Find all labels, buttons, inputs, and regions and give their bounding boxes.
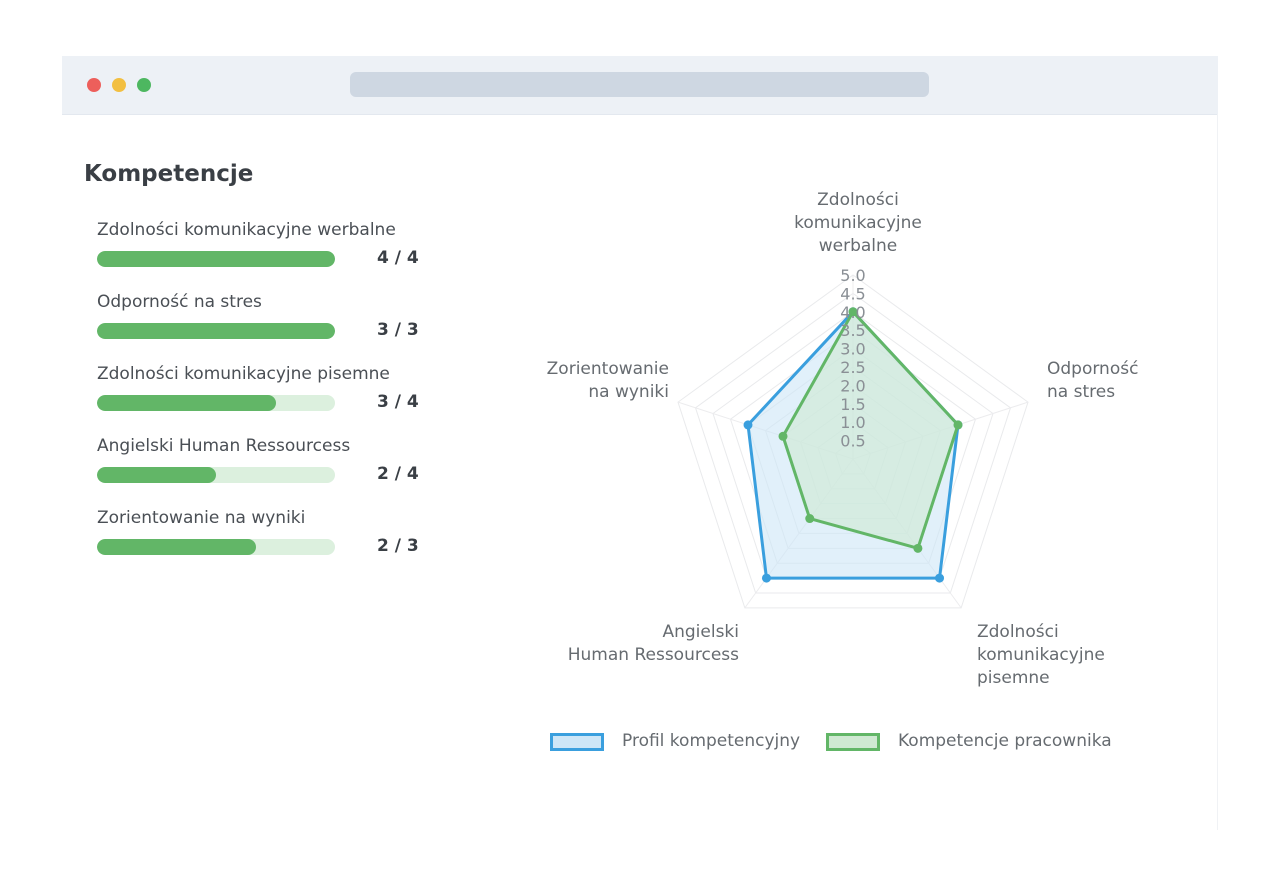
radar-axis-label: Human Ressourcess — [568, 645, 739, 665]
radar-axis-label: Odporność — [1047, 359, 1138, 379]
legend-label: Kompetencje pracownika — [898, 731, 1112, 751]
radar-tick-label: 2.0 — [840, 376, 865, 395]
radar-tick-label: 5.0 — [840, 266, 865, 285]
radar-axis-label: Angielski — [662, 622, 739, 642]
radar-tick-label: 1.0 — [840, 413, 865, 432]
radar-data-point[interactable] — [953, 420, 963, 430]
radar-tick-label: 4.0 — [840, 303, 865, 322]
radar-data-point[interactable] — [778, 431, 788, 441]
radar-axis-label: pisemne — [977, 668, 1050, 688]
radar-tick-label: 3.5 — [840, 321, 865, 340]
legend-swatch — [550, 733, 604, 751]
radar-axis-label: na wyniki — [588, 382, 669, 402]
radar-axis-label: komunikacyjne — [977, 645, 1105, 665]
radar-axis-label: werbalne — [819, 236, 898, 256]
radar-data-point[interactable] — [743, 420, 753, 430]
radar-tick-label: 2.5 — [840, 358, 865, 377]
radar-tick-label: 3.0 — [840, 340, 865, 359]
radar-tick-label: 1.5 — [840, 395, 865, 414]
radar-tick-label: 4.5 — [840, 284, 865, 303]
radar-data-point[interactable] — [761, 573, 771, 583]
radar-axis-label: Zorientowanie — [547, 359, 669, 379]
radar-axis-label: Zdolności — [817, 190, 899, 210]
radar-data-point[interactable] — [805, 514, 815, 524]
radar-data-point[interactable] — [913, 543, 923, 553]
legend-label: Profil kompetencyjny — [622, 731, 801, 751]
legend-swatch — [826, 733, 880, 751]
radar-axis-label: na stres — [1047, 382, 1115, 402]
radar-axis-label: Zdolności — [977, 622, 1059, 642]
radar-axis-label: komunikacyjne — [794, 213, 922, 233]
radar-tick-labels: 0.51.01.52.02.53.03.54.04.55.0 — [840, 266, 865, 451]
radar-data-point[interactable] — [935, 573, 945, 583]
radar-tick-label: 0.5 — [840, 432, 865, 451]
competency-radar-chart: 0.51.01.52.02.53.03.54.04.55.0 Zdolności… — [547, 190, 1139, 688]
